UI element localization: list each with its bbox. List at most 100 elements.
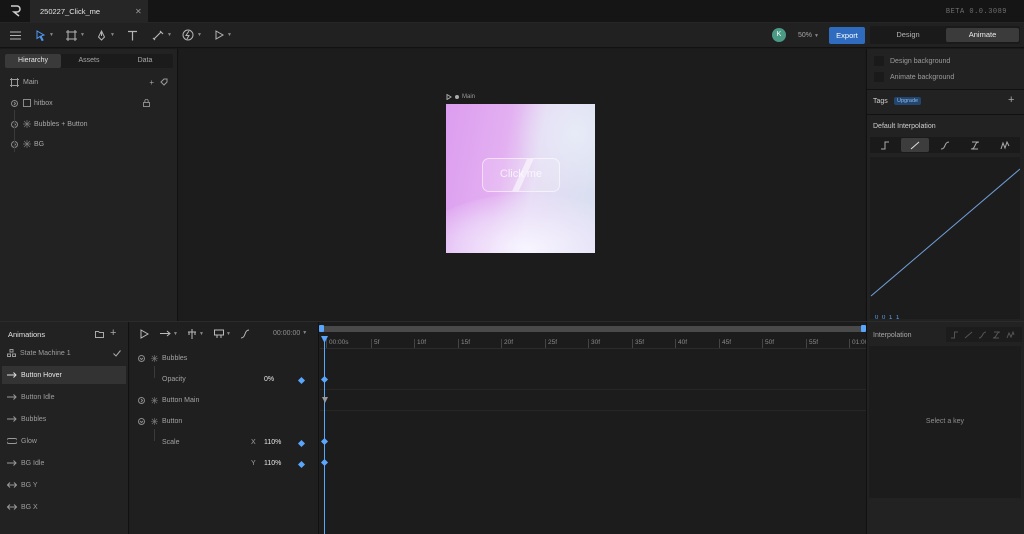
playhead[interactable] — [324, 337, 325, 534]
tick-label: 5f — [371, 339, 379, 348]
pen-icon — [97, 29, 106, 41]
menu-icon[interactable] — [10, 28, 21, 42]
folder-icon[interactable] — [95, 330, 104, 338]
design-mode-tab[interactable]: Design — [874, 28, 942, 42]
elastic-interp-icon[interactable] — [991, 138, 1019, 152]
tag-icon[interactable] — [160, 78, 168, 86]
property-label: Opacity — [162, 376, 186, 383]
interpolation-curve-editor[interactable]: 0 0 1 1 — [870, 157, 1020, 319]
app-logo-icon[interactable] — [9, 5, 21, 17]
loop-mode-dropdown[interactable]: ▼ — [160, 330, 178, 337]
hierarchy-item-hitbox[interactable]: hitbox — [0, 96, 178, 110]
tick-label: 15f — [458, 339, 470, 348]
property-row-scale-y[interactable]: Y 110% — [130, 457, 319, 471]
group-label: Bubbles — [162, 355, 188, 362]
expand-icon[interactable] — [138, 397, 145, 404]
keyframe-toggle-icon[interactable] — [297, 376, 306, 385]
tab-assets[interactable]: Assets — [61, 54, 117, 68]
tick-label: 50f — [762, 339, 774, 348]
zoom-dropdown[interactable]: 50% ▼ — [798, 32, 819, 39]
animation-item[interactable]: Glow — [2, 432, 126, 450]
timeline-track[interactable] — [319, 322, 866, 534]
animation-label: BG Y — [21, 481, 38, 489]
row-divider — [320, 410, 866, 411]
easing-icon[interactable] — [240, 329, 250, 339]
range-start-handle[interactable] — [319, 325, 324, 332]
snap-dropdown[interactable]: ▼ — [187, 329, 204, 339]
add-animation-icon[interactable]: + — [110, 327, 116, 339]
opacity-value[interactable]: 0% — [264, 376, 274, 383]
artboard-tool-button[interactable]: ▼ — [66, 28, 85, 42]
user-avatar[interactable]: K — [772, 28, 786, 42]
add-icon[interactable]: + — [149, 78, 154, 87]
expand-icon[interactable] — [138, 418, 145, 425]
property-row-opacity[interactable]: Opacity 0% — [130, 373, 319, 387]
timeline-scrollbar[interactable] — [320, 326, 865, 332]
animation-item[interactable]: BG Idle — [2, 454, 126, 472]
expand-icon[interactable] — [11, 99, 18, 107]
click-me-button[interactable]: Click me — [482, 158, 560, 192]
check-icon — [113, 349, 121, 357]
bone-tool-button[interactable]: ▼ — [152, 28, 172, 42]
text-tool-button[interactable] — [127, 28, 138, 42]
property-group-button[interactable]: Button — [130, 415, 319, 429]
keyframe-toggle-icon[interactable] — [297, 439, 306, 448]
play-animation-icon[interactable] — [140, 329, 149, 339]
events-tool-button[interactable]: ▼ — [182, 28, 202, 42]
expand-icon[interactable] — [138, 355, 145, 362]
animate-background-swatch[interactable] — [874, 72, 884, 82]
lightning-icon — [182, 29, 194, 41]
hierarchy-item-bubbles-button[interactable]: Bubbles + Button — [0, 117, 178, 131]
one-shot-icon — [7, 394, 17, 400]
export-button[interactable]: Export — [829, 27, 865, 44]
animation-item[interactable]: State Machine 1 — [2, 344, 126, 362]
cubic-interp-icon[interactable] — [931, 138, 959, 152]
hierarchy-item-bg[interactable]: BG — [0, 137, 178, 151]
animation-item[interactable]: BG Y — [2, 476, 126, 494]
pen-tool-button[interactable]: ▼ — [96, 28, 115, 42]
chevron-down-icon: ▼ — [813, 33, 819, 39]
scale-y-value[interactable]: 110% — [264, 460, 281, 467]
property-group-button-main[interactable]: Button Main — [130, 394, 319, 408]
interpolation-curve — [870, 168, 1020, 297]
property-row-scale-x[interactable]: Scale X 110% — [130, 436, 319, 450]
linear-interp-icon[interactable] — [964, 331, 973, 339]
close-tab-icon[interactable]: ✕ — [135, 7, 142, 16]
cubic-interp-icon[interactable] — [978, 331, 987, 339]
artboard-label[interactable]: Main — [446, 94, 475, 100]
property-group-bubbles[interactable]: Bubbles — [130, 352, 319, 366]
animation-item[interactable]: Button Hover — [2, 366, 126, 384]
artboard-main[interactable]: Click me — [446, 104, 595, 253]
panel-tabs: Hierarchy Assets Data — [5, 54, 173, 68]
select-tool-button[interactable]: ▼ — [36, 28, 54, 42]
play-tool-button[interactable]: ▼ — [214, 28, 232, 42]
tab-data[interactable]: Data — [117, 54, 173, 68]
hold-interp-icon[interactable] — [950, 331, 959, 339]
hold-interp-icon[interactable] — [871, 138, 899, 152]
file-tab[interactable]: 250227_Click_me — [30, 0, 148, 23]
linear-interp-icon[interactable] — [901, 138, 929, 152]
add-tag-icon[interactable]: + — [1008, 94, 1014, 106]
timeline-ruler[interactable]: 00:00s 5f 10f 15f 20f 25f 30f 35f 40f 45… — [320, 337, 868, 349]
cubic-value-interp-icon[interactable] — [992, 331, 1001, 339]
animation-item[interactable]: BG X — [2, 498, 126, 516]
elastic-interp-icon[interactable] — [1006, 330, 1015, 339]
chevron-down-icon: ▼ — [173, 330, 178, 337]
scale-x-value[interactable]: 110% — [264, 439, 281, 446]
animation-item[interactable]: Bubbles — [2, 410, 126, 428]
lock-icon[interactable] — [143, 99, 150, 107]
animation-item[interactable]: Button Idle — [2, 388, 126, 406]
timecode-dropdown[interactable]: 00:00:00 ▼ — [273, 330, 307, 337]
cubic-value-interp-icon[interactable] — [961, 138, 989, 152]
design-background-swatch[interactable] — [874, 56, 884, 66]
keyframe-toggle-icon[interactable] — [297, 460, 306, 469]
hierarchy-root[interactable]: Main + — [0, 75, 178, 89]
artboard-icon — [66, 29, 77, 41]
keyframe-options-dropdown[interactable]: ▼ — [214, 329, 231, 339]
tab-hierarchy[interactable]: Hierarchy — [5, 54, 61, 68]
upgrade-badge[interactable]: Upgrade — [894, 97, 922, 105]
animate-mode-tab[interactable]: Animate — [946, 28, 1019, 42]
animation-label: BG X — [21, 503, 38, 511]
toolbar: ▼ ▼ ▼ ▼ ▼ ▼ K 50% ▼ Export Design Animat… — [0, 23, 1024, 48]
zoom-value: 50% — [798, 32, 813, 39]
